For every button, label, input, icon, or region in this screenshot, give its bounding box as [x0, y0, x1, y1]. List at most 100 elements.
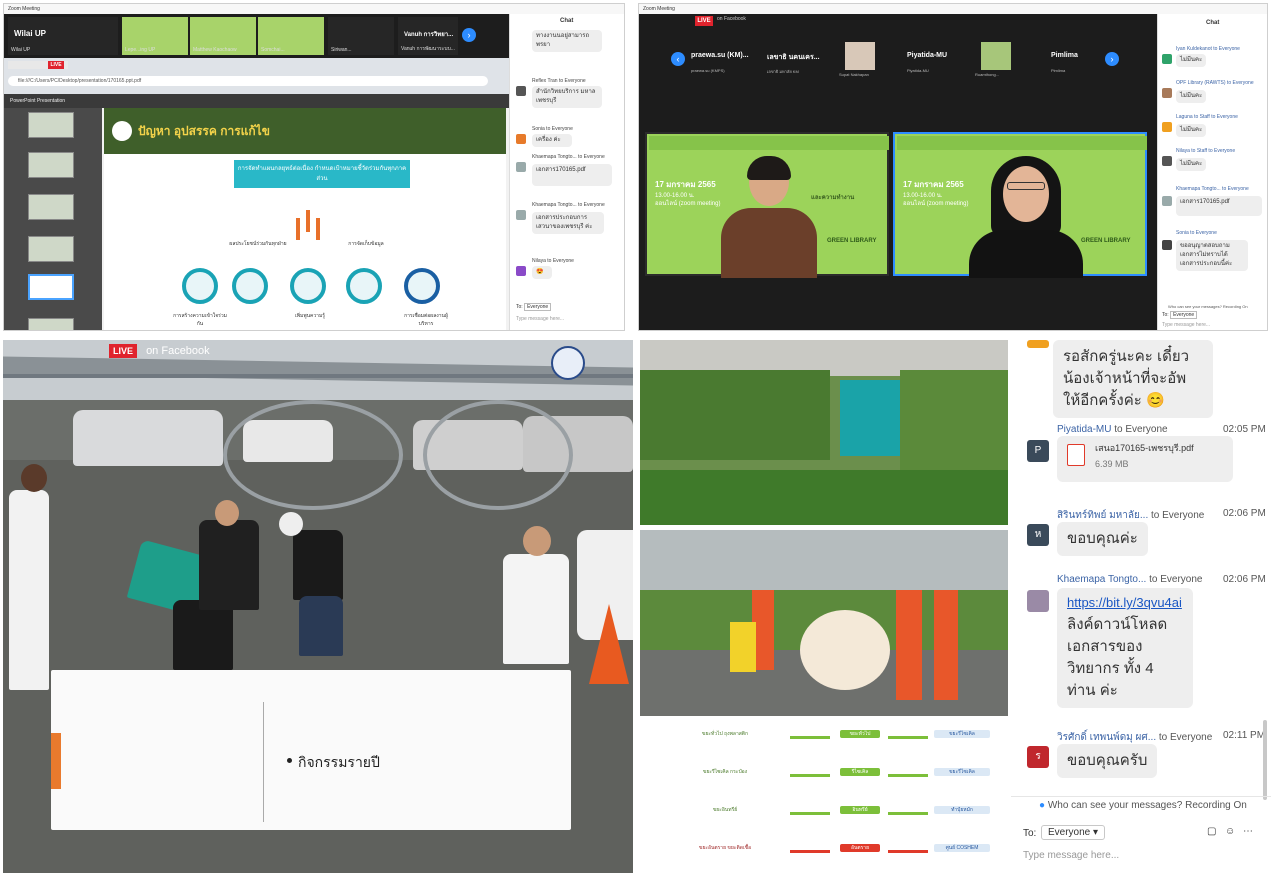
file-icon[interactable]: ▢	[1207, 826, 1216, 837]
arrow-right-icon	[790, 736, 830, 739]
chat-sender: Piyatida-MU to Everyone	[1057, 424, 1168, 435]
recipient-dropdown[interactable]: Everyone	[1170, 311, 1198, 319]
emoji-icon[interactable]: ☺	[1225, 826, 1235, 837]
participant-strip: ‹ praewa.su (KM)... praewa.su (KMPS) เลข…	[639, 40, 1157, 82]
participant-name: Wilai UP	[14, 29, 46, 38]
chat-sender: Khaemapa Tongto... to Everyone	[532, 202, 605, 208]
flow-circle	[404, 268, 440, 304]
slide-thumbnail[interactable]	[28, 194, 74, 220]
participant-label: Vanuh การพัฒนาระบบ...	[401, 46, 455, 52]
chat-time: 02:11 PM	[1223, 730, 1266, 741]
speaker-video[interactable]: 17 มกราคม 2565 13.00-16.00 น. ออนไลน์ (z…	[645, 132, 889, 278]
slide-thumbnail[interactable]	[28, 112, 74, 138]
file-attachment[interactable]: เอกสาร170165.pdf	[532, 164, 612, 186]
live-tab[interactable]: LIVE	[8, 61, 68, 69]
chat-sender: OPF Library (RAWTS) to Everyone	[1176, 80, 1254, 86]
prev-page-button[interactable]: ‹	[671, 52, 685, 66]
recycle-source: ขยะรีไซเคิล กระป๋อง	[702, 769, 748, 775]
participant-label: Piyatida-MU	[907, 68, 929, 73]
live-badge: LIVE	[109, 344, 137, 358]
chat-input[interactable]: Type message here...	[516, 316, 564, 322]
arrow-right-icon	[888, 774, 928, 777]
chat-input[interactable]: Type message here...	[1023, 850, 1119, 861]
participant-label: เลขาธิ มหาลัย KM	[767, 69, 799, 74]
chat-sender: Reflex Tran to Everyone	[532, 78, 586, 84]
speaker-person	[709, 156, 829, 278]
video-tile[interactable]: Siriwan...	[328, 17, 394, 55]
zoom-window-speakers: Zoom Meeting LIVE on Facebook ‹ praewa.s…	[638, 3, 1268, 331]
video-tile[interactable]: Matthew Kaochaow	[190, 17, 256, 55]
slide-caption: และความทำงาน	[811, 195, 855, 201]
more-icon[interactable]: ⋯	[1243, 826, 1253, 837]
speaker-video-active[interactable]: 17 มกราคม 2565 13.00-16.00 น. ออนไลน์ (z…	[893, 132, 1147, 278]
next-page-button[interactable]: ›	[1105, 52, 1119, 66]
chat-link[interactable]: https://bit.ly/3qvu4ai	[1067, 592, 1183, 614]
flow-circle	[290, 268, 326, 304]
canopy-beam	[3, 374, 633, 378]
live-platform[interactable]: on Facebook	[146, 345, 210, 357]
slide-thumbnail[interactable]	[28, 318, 74, 330]
participant-label: Siriwan...	[331, 47, 352, 53]
divider	[263, 702, 264, 822]
recycle-source: ขยะทั่วไป ถุงพลาสติก	[701, 731, 749, 737]
participant-video[interactable]	[981, 42, 1011, 70]
video-tile[interactable]: Lepe...ing UP	[122, 17, 188, 55]
chat-bubble: ขอบคุณค่ะ	[1057, 522, 1148, 556]
recycle-destination: ทำปุ๋ยหมัก	[934, 806, 990, 814]
hedge	[640, 470, 1008, 525]
person	[730, 622, 756, 672]
live-badge: LIVE	[695, 16, 713, 26]
recycle-bin: อันตราย	[840, 844, 880, 852]
recycle-destination: ขยะรีไซเคิล	[934, 768, 990, 776]
green-library-label: GREEN LIBRARY	[827, 238, 877, 244]
address-bar[interactable]: file:///C:/Users/PC/Desktop/presentation…	[8, 76, 488, 86]
privacy-notice[interactable]: Who can see your messages? Recording On	[1168, 304, 1248, 309]
avatar: ร	[1027, 746, 1049, 768]
chat-input[interactable]: Type message here...	[1162, 322, 1210, 328]
recipient-dropdown[interactable]: Everyone	[524, 303, 552, 311]
logo-icon	[551, 346, 585, 380]
chat-bubble: ไม่มีนคะ	[1176, 124, 1207, 137]
live-platform[interactable]: on Facebook	[717, 16, 746, 22]
slide-thumbnail-selected[interactable]	[28, 274, 74, 300]
file-attachment[interactable]: เอกสาร170165.pdf	[1176, 196, 1262, 216]
participant-label: Matthew Kaochaow	[193, 47, 237, 53]
avatar	[1162, 156, 1172, 166]
participant-label: Supat Nakhapan	[839, 72, 869, 77]
privacy-notice[interactable]: ● Who can see your messages? Recording O…	[1039, 800, 1247, 811]
slide-thumbnail[interactable]	[28, 152, 74, 178]
to-label: To: Everyone	[516, 303, 552, 311]
flow-circle	[346, 268, 382, 304]
avatar	[516, 134, 526, 144]
video-tile[interactable]: Somchai...	[258, 17, 324, 55]
video-tile[interactable]: Wilai UP Wilai UP	[8, 17, 118, 55]
scrollbar[interactable]	[1263, 720, 1267, 800]
ppt-toolbar: PowerPoint Presentation	[4, 94, 509, 108]
file-attachment[interactable]: เสนอ170165-เพชรบุรี.pdf 6.39 MB	[1057, 436, 1233, 482]
chat-bubble: สำนักวิทยบริการ มหาลเพชรบุรี	[532, 86, 602, 108]
live-video-scene: LIVE on Facebook กิจกรรมรายปี	[3, 340, 633, 873]
video-tile[interactable]: Vanuh การวิทยา... Vanuh การพัฒนาระบบ...	[398, 17, 458, 55]
chat-sender: Nilaya to Staff to Everyone	[1176, 148, 1236, 154]
slide-header	[897, 136, 1147, 150]
chat-panel: Chat Iyan Kuldekanot to Everyone ไม่มีนค…	[1157, 14, 1267, 330]
avatar	[516, 86, 526, 96]
person	[173, 600, 233, 670]
flow-circle	[182, 268, 218, 304]
chat-sender: Khaemapa Tongto... to Everyone	[532, 154, 605, 160]
recycle-bin: อินทรีย์	[840, 806, 880, 814]
arrow-right-icon	[790, 774, 830, 777]
participant-name: Pimlima	[1051, 52, 1078, 59]
slide-thumbnail[interactable]	[28, 236, 74, 262]
window-title: Zoom Meeting	[4, 4, 624, 14]
next-page-button[interactable]: ›	[462, 28, 476, 42]
avatar	[516, 162, 526, 172]
chat-title: Chat	[560, 18, 574, 24]
arrow-up-icon	[306, 210, 310, 232]
slide-thumbnails[interactable]	[4, 108, 102, 330]
recipient-dropdown[interactable]: Everyone ▾	[1041, 825, 1106, 840]
slide-overlay	[51, 670, 571, 830]
avatar: P	[1027, 440, 1049, 462]
person-head	[279, 512, 303, 536]
participant-video[interactable]	[845, 42, 875, 70]
